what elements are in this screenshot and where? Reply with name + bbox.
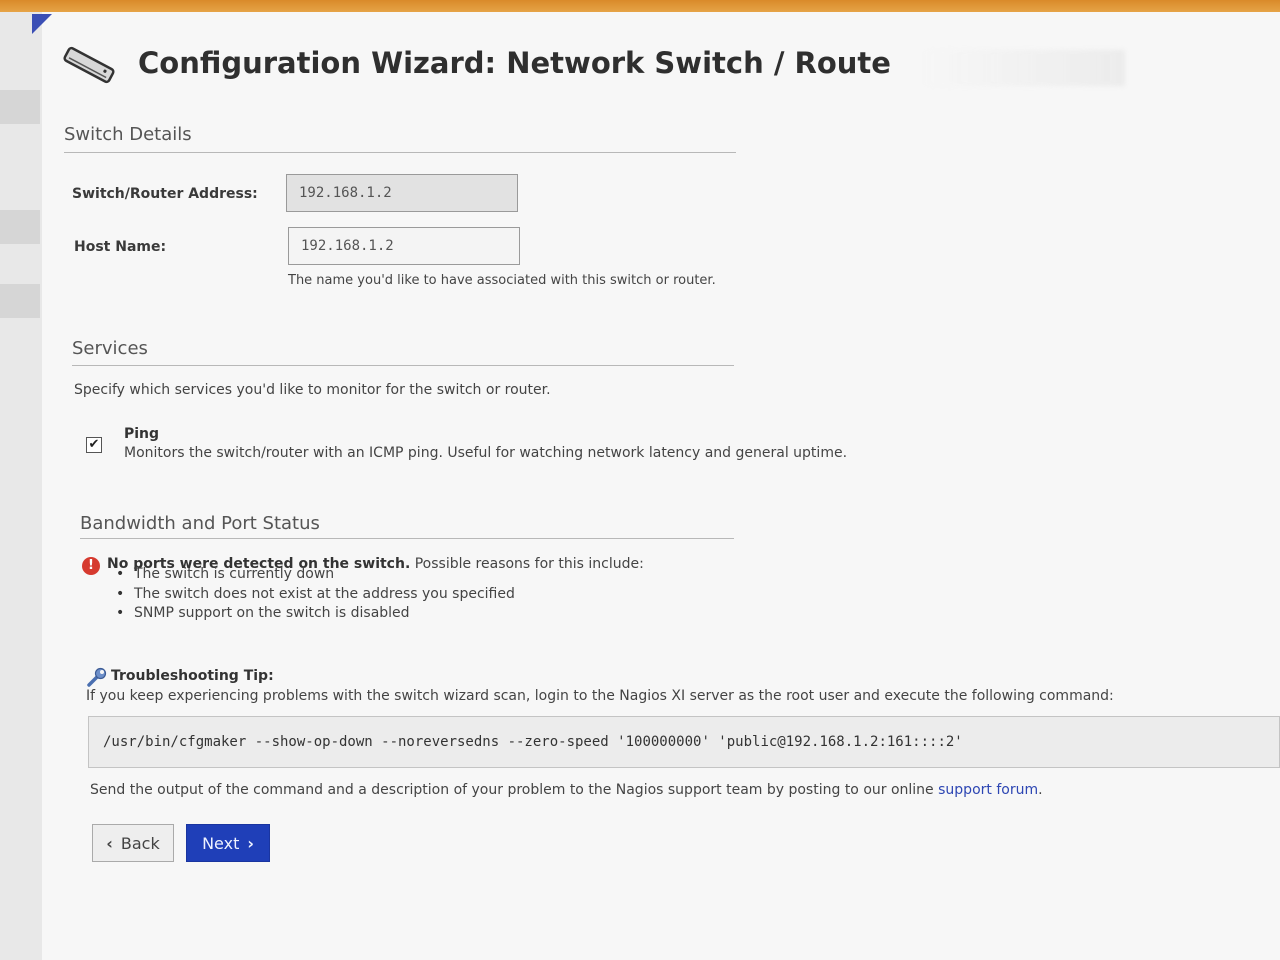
ping-checkbox[interactable]: ✔ [86, 437, 102, 453]
ping-label: Ping [124, 426, 160, 442]
chevron-right-icon: › [247, 833, 254, 853]
switch-address-input[interactable] [286, 174, 518, 212]
host-name-input[interactable] [288, 227, 520, 265]
section-heading-bandwidth: Bandwidth and Port Status [80, 513, 320, 534]
browser-top-strip [0, 0, 1280, 12]
host-name-label: Host Name: [74, 239, 167, 255]
section-divider [72, 365, 734, 366]
support-text-end: . [1038, 782, 1043, 798]
support-text-main: Send the output of the command and a des… [90, 782, 939, 798]
next-button[interactable]: Next › [186, 824, 270, 862]
support-forum-link[interactable]: support forum [938, 782, 1038, 798]
tip-text: If you keep experiencing problems with t… [86, 688, 1114, 704]
host-name-hint: The name you'd like to have associated w… [288, 273, 716, 288]
list-item: The switch is currently down [116, 566, 515, 586]
wrench-icon [87, 667, 107, 687]
section-heading-switch-details: Switch Details [64, 124, 192, 145]
page-header: Configuration Wizard: Network Switch / R… [60, 40, 1220, 96]
page-title: Configuration Wizard: Network Switch / R… [138, 46, 891, 80]
support-text: Send the output of the command and a des… [90, 782, 1043, 798]
main-content [0, 12, 1280, 960]
chevron-left-icon: ‹ [106, 833, 113, 853]
reason-list: The switch is currently down The switch … [116, 566, 515, 625]
rail-item[interactable] [0, 284, 40, 318]
section-heading-services: Services [72, 338, 148, 359]
list-item: The switch does not exist at the address… [116, 586, 515, 606]
rail-item[interactable] [0, 90, 40, 124]
switch-address-label: Switch/Router Address: [72, 186, 258, 202]
next-button-label: Next [202, 833, 240, 853]
back-button[interactable]: ‹ Back [92, 824, 174, 862]
network-switch-icon [63, 46, 115, 84]
tip-title: Troubleshooting Tip: [111, 668, 274, 684]
command-box[interactable]: /usr/bin/cfgmaker --show-op-down --norev… [88, 716, 1280, 768]
title-blur [925, 50, 1125, 86]
ping-description: Monitors the switch/router with an ICMP … [124, 445, 848, 461]
back-button-label: Back [120, 833, 160, 853]
list-item: SNMP support on the switch is disabled [116, 605, 515, 625]
error-icon: ! [82, 557, 100, 575]
services-description: Specify which services you'd like to mon… [74, 382, 551, 398]
left-rail [0, 12, 42, 960]
section-divider [80, 538, 734, 539]
rail-item[interactable] [0, 210, 40, 244]
section-divider [64, 152, 736, 153]
corner-flag-icon [32, 14, 52, 34]
